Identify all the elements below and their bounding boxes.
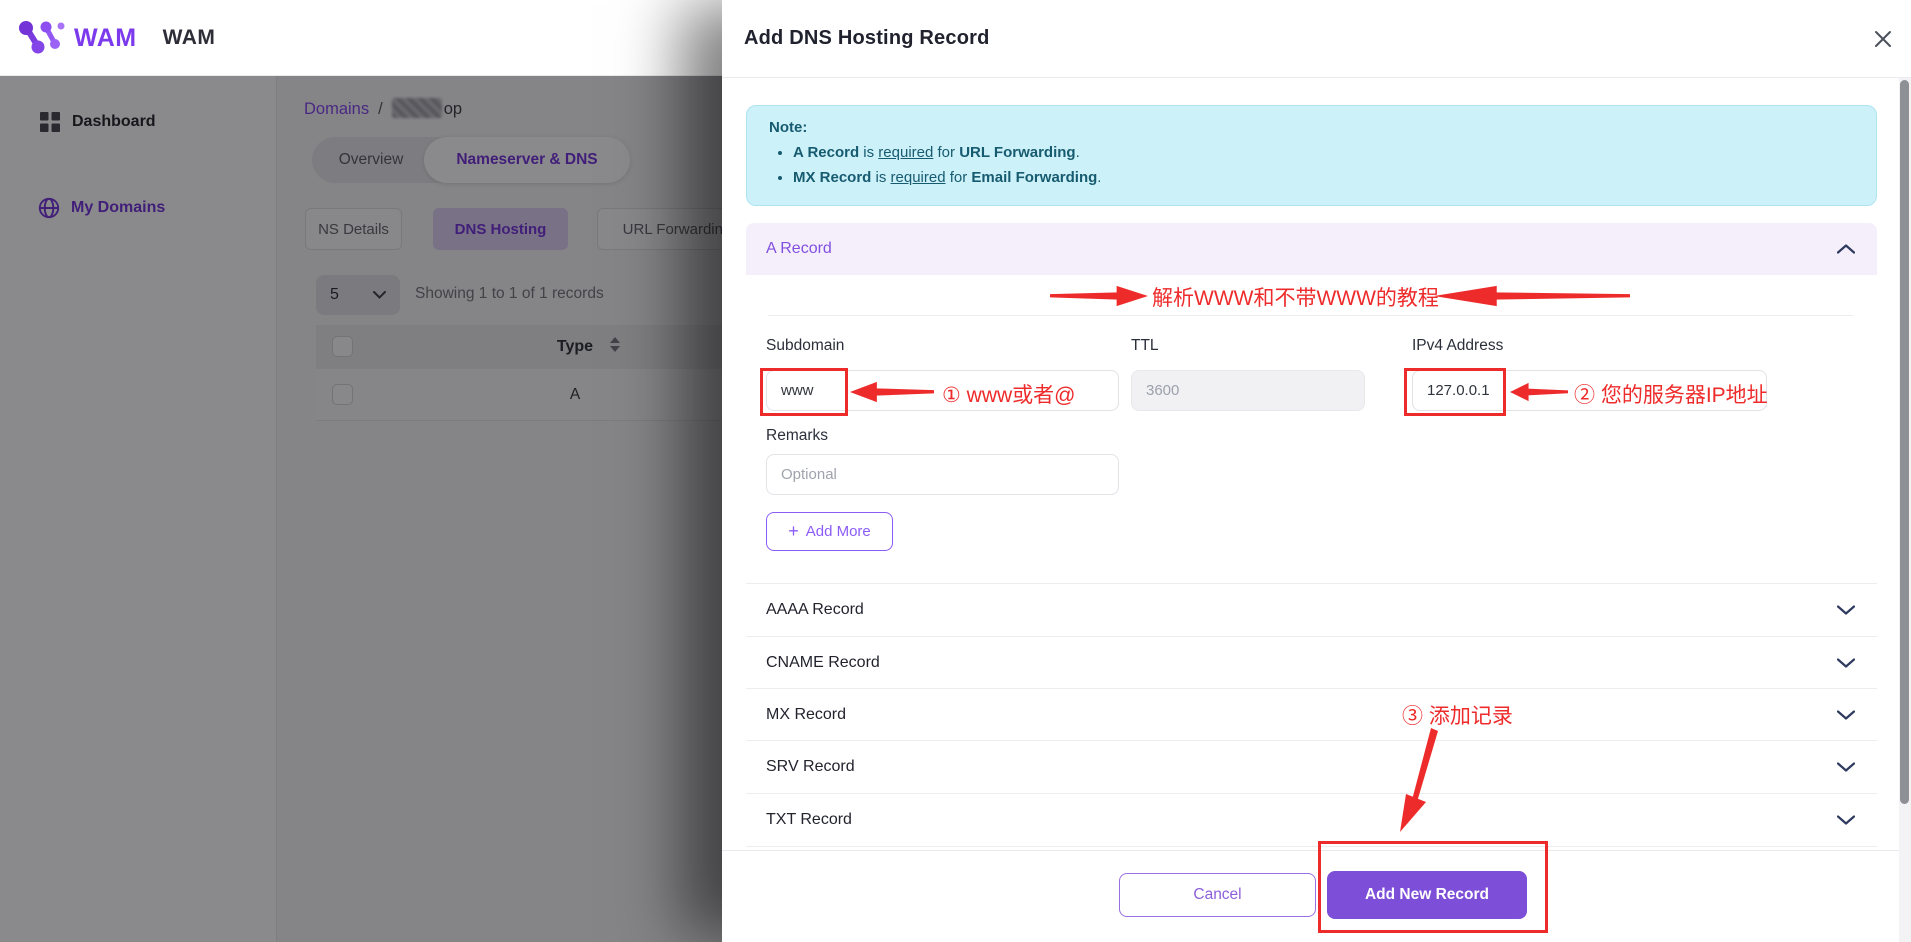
- brand: WAM WAM: [16, 19, 215, 57]
- cancel-button[interactable]: Cancel: [1119, 873, 1316, 917]
- accordion-a-record-label: A Record: [766, 240, 832, 258]
- chevron-down-icon: [1837, 815, 1855, 825]
- subdomain-label: Subdomain: [766, 337, 844, 355]
- accordion-label: CNAME Record: [766, 654, 880, 672]
- add-dns-record-modal: Add DNS Hosting Record Note: A Record is…: [722, 0, 1911, 942]
- add-more-button[interactable]: + Add More: [766, 512, 893, 551]
- annotation-arrow-left-icon: [1510, 382, 1568, 402]
- app-name: WAM: [163, 26, 216, 50]
- chevron-down-icon: [1837, 710, 1855, 720]
- note-item: MX Record is required for Email Forwardi…: [793, 165, 1854, 190]
- annotation-box-subdomain: [760, 368, 848, 416]
- ipv4-address-label: IPv4 Address: [1412, 337, 1503, 355]
- plus-icon: +: [788, 521, 799, 542]
- accordion-label: MX Record: [766, 706, 846, 724]
- modal-title: Add DNS Hosting Record: [744, 0, 990, 77]
- ttl-input[interactable]: [1131, 370, 1365, 411]
- add-more-label: Add More: [806, 523, 871, 540]
- divider: [746, 846, 1877, 847]
- note-box: Note: A Record is required for URL Forwa…: [746, 105, 1877, 206]
- close-button[interactable]: [1870, 26, 1896, 52]
- accordion-txt-record[interactable]: TXT Record: [746, 793, 1877, 846]
- accordion-cname-record[interactable]: CNAME Record: [746, 636, 1877, 688]
- remarks-label: Remarks: [766, 427, 828, 445]
- annotation-arrow-left-icon: [1434, 285, 1630, 307]
- chevron-up-icon: [1837, 244, 1855, 254]
- accordion-a-record[interactable]: A Record: [746, 223, 1877, 275]
- chevron-down-icon: [1837, 658, 1855, 668]
- note-heading: Note:: [769, 119, 807, 136]
- close-icon: [1873, 29, 1893, 49]
- modal-scrollbar-thumb[interactable]: [1900, 80, 1909, 804]
- annotation-box-submit: [1318, 841, 1548, 933]
- annotation-step1-text: ① www或者@: [942, 379, 1075, 409]
- remarks-input[interactable]: [766, 454, 1119, 495]
- chevron-down-icon: [1837, 762, 1855, 772]
- accordion-label: AAAA Record: [766, 601, 864, 619]
- annotation-step3-text: ③ 添加记录: [1402, 700, 1513, 730]
- note-item: A Record is required for URL Forwarding.: [793, 140, 1854, 165]
- accordion-label: SRV Record: [766, 758, 855, 776]
- annotation-arrow-left-icon: [850, 381, 934, 403]
- ttl-label: TTL: [1131, 337, 1159, 355]
- accordion-srv-record[interactable]: SRV Record: [746, 740, 1877, 793]
- logo-text: WAM: [74, 24, 137, 53]
- accordion-mx-record[interactable]: MX Record: [746, 688, 1877, 740]
- divider: [722, 850, 1911, 851]
- annotation-arrow-right-icon: [1050, 285, 1148, 307]
- annotation-box-ipv4: [1404, 368, 1506, 416]
- divider: [768, 315, 1853, 316]
- app-canvas: WAM WAM Dashboard My Domains ‹ Domains/o…: [0, 0, 1911, 942]
- annotation-tutorial-text: 解析WWW和不带WWW的教程: [1152, 282, 1439, 312]
- accordion-aaaa-record[interactable]: AAAA Record: [746, 583, 1877, 636]
- accordion-label: TXT Record: [766, 811, 852, 829]
- modal-backdrop[interactable]: [0, 76, 722, 942]
- annotation-arrow-down-icon: [1386, 728, 1442, 834]
- annotation-step2-text: ② 您的服务器IP地址: [1574, 379, 1768, 409]
- chevron-down-icon: [1837, 605, 1855, 615]
- wam-logo-icon: [16, 18, 68, 58]
- divider: [722, 77, 1911, 78]
